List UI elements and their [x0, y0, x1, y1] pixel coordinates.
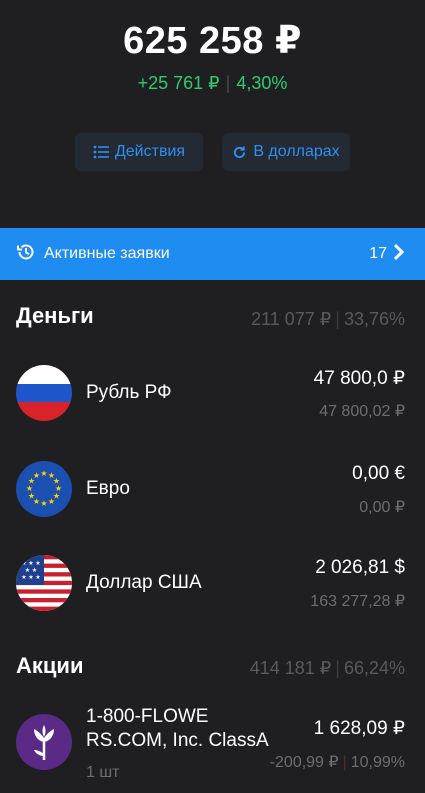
list-item-eur[interactable]: ★ ★ ★ ★ ★ ★ ★ ★ ★ ★ ★ ★ Евро 0,00 € 0,00 ₽: [0, 454, 425, 524]
currency-value: 0,00 €: [352, 463, 405, 484]
stock-change-pct: 10,99%: [350, 754, 405, 771]
stock-change-abs: -200,99 ₽: [269, 754, 339, 771]
list-icon: [93, 145, 109, 159]
currency-value: 47 800,0 ₽: [313, 368, 405, 389]
list-item-rub[interactable]: Рубль РФ 47 800,0 ₽ 47 800,02 ₽: [0, 358, 425, 428]
svg-text:★: ★: [32, 567, 37, 574]
svg-text:★: ★: [35, 560, 40, 567]
action-buttons: Действия В долларах: [0, 133, 425, 171]
portfolio-change: +25 761 ₽ | 4,30%: [0, 73, 425, 94]
stock-quantity: 1 шт: [86, 764, 120, 781]
stock-name-line2: RS.COM, Inc. ClassA: [86, 730, 269, 751]
stock-change-separator: |: [342, 754, 347, 771]
refresh-icon: [232, 145, 247, 160]
stocks-sum: 414 181 ₽: [249, 658, 332, 678]
usa-flag-icon: ★ ★ ★ ★ ★ ★ ★ ★: [16, 555, 72, 611]
list-item-flws[interactable]: 1-800-FLOWE RS.COM, Inc. ClassA 1 шт 1 6…: [0, 705, 425, 793]
svg-text:★: ★: [21, 560, 26, 567]
actions-label: Действия: [114, 143, 186, 160]
svg-text:★: ★: [25, 567, 30, 574]
stocks-section-summary: 414 181 ₽ | 66,24%: [250, 658, 405, 679]
svg-text:★: ★: [28, 574, 33, 581]
in-dollars-label: В долларах: [253, 143, 340, 160]
svg-text:★: ★: [40, 469, 47, 478]
in-dollars-button[interactable]: В долларах: [222, 133, 350, 171]
currency-rub-value: 163 277,28 ₽: [310, 593, 405, 610]
change-percent: 4,30%: [236, 73, 288, 93]
stocks-sum-separator: |: [335, 658, 340, 678]
russia-flag-icon: [16, 365, 72, 421]
active-orders-label: Активные заявки: [44, 245, 170, 262]
active-orders-banner[interactable]: Активные заявки 17: [0, 228, 425, 280]
money-section-title: Деньги: [16, 303, 94, 328]
svg-text:★: ★: [33, 471, 40, 480]
money-sum: 211 077 ₽: [251, 309, 332, 329]
currency-value: 2 026,81 $: [315, 557, 405, 578]
change-absolute: +25 761 ₽: [137, 73, 220, 93]
money-section-summary: 211 077 ₽ | 33,76%: [251, 309, 405, 330]
list-item-usd[interactable]: ★ ★ ★ ★ ★ ★ ★ ★ Доллар США 2 026,81 $ 163 277…: [0, 548, 425, 618]
money-sum-separator: |: [335, 309, 340, 329]
currency-rub-value: 47 800,02 ₽: [319, 403, 405, 420]
flowers-logo-icon: [16, 714, 72, 770]
stock-value: 1 628,09 ₽: [313, 718, 405, 739]
svg-text:★: ★: [35, 574, 40, 581]
svg-text:★: ★: [28, 560, 33, 567]
stocks-section-title: Акции: [16, 653, 84, 678]
change-separator: |: [225, 73, 231, 93]
money-pct: 33,76%: [343, 309, 405, 329]
svg-text:★: ★: [40, 499, 47, 508]
portfolio-total: 625 258 ₽: [123, 20, 302, 62]
history-icon: [16, 242, 36, 267]
stock-change: -200,99 ₽ | 10,99%: [270, 752, 405, 772]
currency-name: Евро: [86, 478, 130, 499]
eu-flag-icon: ★ ★ ★ ★ ★ ★ ★ ★ ★ ★ ★ ★: [16, 461, 72, 517]
stock-name: 1-800-FLOWE RS.COM, Inc. ClassA: [86, 705, 269, 753]
chevron-right-icon: [393, 243, 405, 266]
stocks-pct: 66,24%: [343, 658, 405, 678]
stock-name-line1: 1-800-FLOWE: [86, 706, 209, 727]
active-orders-count: 17: [369, 245, 387, 262]
svg-text:★: ★: [48, 497, 55, 506]
currency-name: Доллар США: [86, 572, 202, 593]
currency-name: Рубль РФ: [86, 382, 172, 403]
actions-button[interactable]: Действия: [75, 133, 203, 171]
svg-text:★: ★: [21, 574, 26, 581]
currency-rub-value: 0,00 ₽: [359, 499, 405, 516]
